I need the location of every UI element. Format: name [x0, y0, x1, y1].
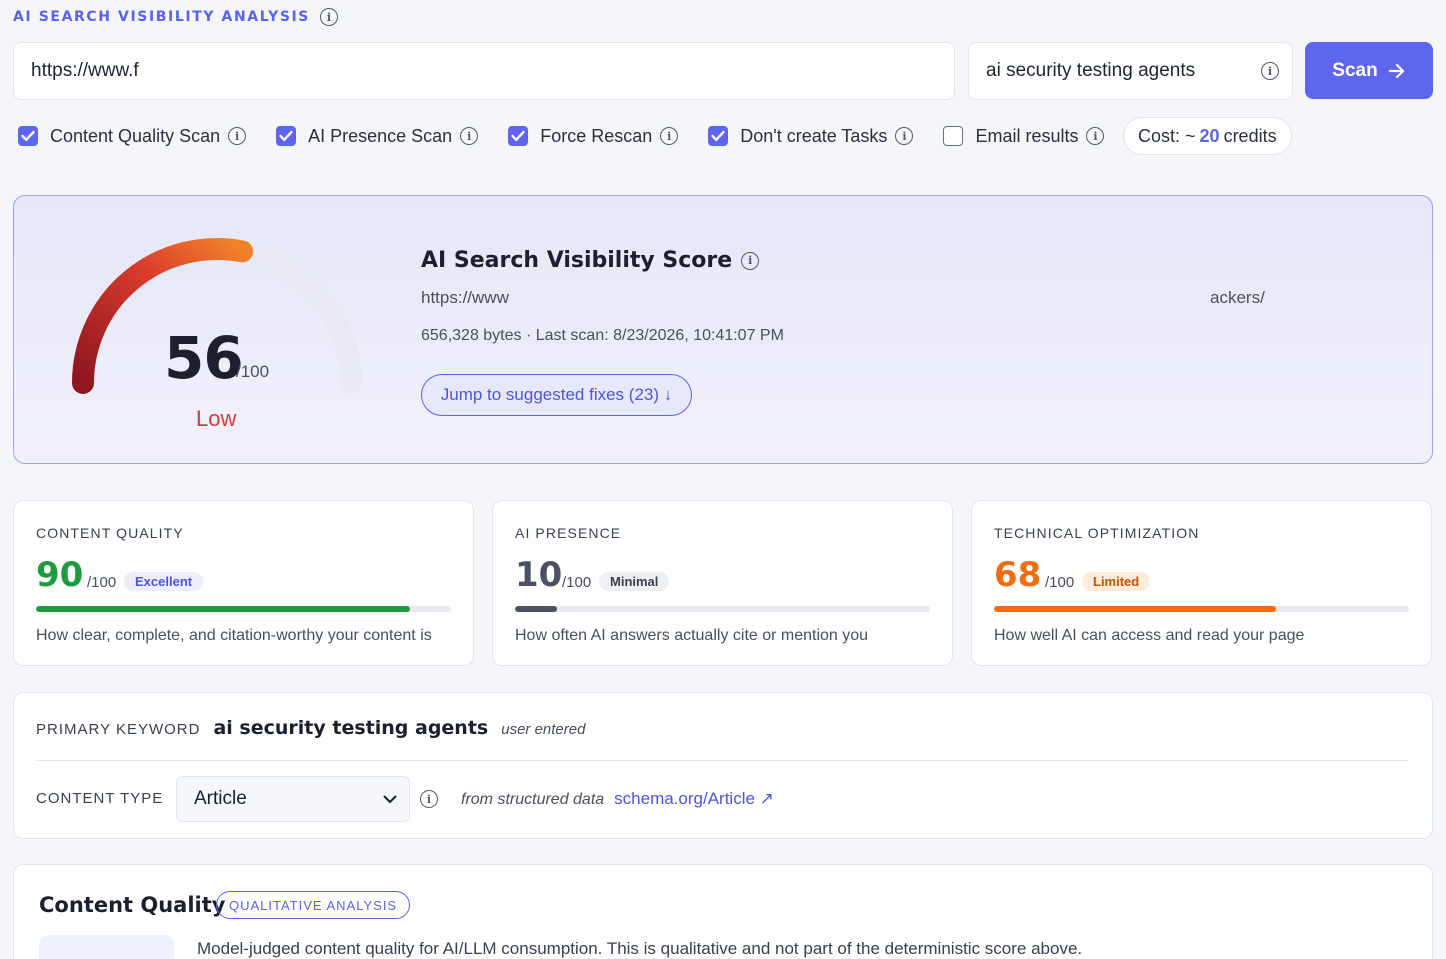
checkbox[interactable]: [276, 126, 297, 146]
content-quality-panel: Content Quality QUALITATIVE ANALYSIS Mod…: [13, 864, 1433, 959]
metric-progress-track: [36, 606, 451, 612]
scan-button-label: Scan: [1332, 59, 1378, 81]
metric-progress-track: [515, 606, 930, 612]
metric-progress-fill: [994, 606, 1277, 612]
cost-badge: Cost: ~ 20 credits: [1123, 117, 1292, 155]
schema-link[interactable]: schema.org/Article ↗: [614, 789, 774, 809]
info-icon[interactable]: i: [420, 790, 438, 808]
checkmark-icon: [279, 130, 293, 141]
content-type-value: Article: [194, 788, 247, 809]
content-quality-description: Model-judged content quality for AI/LLM …: [197, 939, 1083, 958]
info-icon[interactable]: i: [660, 127, 679, 145]
score-title: AI Search Visibility Score: [421, 248, 733, 273]
checkbox[interactable]: [943, 126, 964, 146]
checkmark-icon: [511, 130, 525, 141]
metric-max: /100: [1045, 574, 1075, 591]
info-icon[interactable]: i: [320, 8, 338, 26]
metric-max: /100: [562, 574, 592, 591]
metric-description: How often AI answers actually cite or me…: [515, 627, 869, 644]
info-icon[interactable]: i: [895, 127, 914, 145]
metric-max: /100: [87, 574, 117, 591]
scan-button[interactable]: Scan: [1305, 42, 1433, 99]
metric-title: CONTENT QUALITY: [36, 525, 184, 541]
option-content-quality-scan[interactable]: Content Quality Scan i: [18, 125, 247, 147]
option-label: Force Rescan: [540, 125, 653, 146]
content-quality-title: Content Quality: [39, 893, 226, 917]
checkbox[interactable]: [508, 126, 529, 146]
metric-card-ai-presence: AI PRESENCE 10 /100 Minimal How often AI…: [492, 500, 953, 666]
metric-description: How clear, complete, and citation-worthy…: [36, 627, 432, 644]
score-level: Low: [196, 406, 237, 431]
content-type-source-row: from structured data schema.org/Article …: [461, 789, 774, 809]
metric-value: 10: [515, 555, 563, 595]
primary-keyword-label: PRIMARY KEYWORD: [36, 721, 201, 738]
info-icon[interactable]: i: [741, 251, 760, 270]
url-input[interactable]: [13, 42, 955, 100]
page-title: AI SEARCH VISIBILITY ANALYSIS: [13, 9, 310, 25]
score-title-row: AI Search Visibility Score i: [421, 248, 760, 273]
content-type-label: CONTENT TYPE: [36, 790, 164, 807]
score-panel: 56 /100 Low AI Search Visibility Score i…: [13, 195, 1433, 464]
metric-title: AI PRESENCE: [515, 525, 622, 541]
option-label: AI Presence Scan: [308, 125, 453, 146]
metric-card-content-quality: CONTENT QUALITY 90 /100 Excellent How cl…: [13, 500, 474, 666]
metric-badge: Minimal: [599, 572, 670, 591]
option-label: Email results: [975, 125, 1079, 146]
keyword-input[interactable]: [986, 60, 1261, 82]
scanned-url-end: ackers/: [1210, 288, 1265, 307]
keyword-field: i: [968, 42, 1293, 100]
keyword-panel: PRIMARY KEYWORD ai security testing agen…: [13, 692, 1433, 839]
metric-value: 90: [36, 555, 84, 595]
option-email-results[interactable]: Email results i: [943, 125, 1105, 147]
content-quality-thumbnail: [39, 935, 174, 959]
score-value: 56: [164, 324, 244, 392]
cost-suffix: credits: [1223, 125, 1277, 146]
primary-keyword-value: ai security testing agents: [213, 717, 489, 739]
option-label: Don't create Tasks: [740, 125, 888, 146]
content-type-select[interactable]: Article: [176, 776, 410, 822]
option-dont-create-tasks[interactable]: Don't create Tasks i: [708, 125, 914, 147]
checkmark-icon: [711, 130, 725, 141]
metric-title: TECHNICAL OPTIMIZATION: [994, 525, 1200, 541]
page-header: AI SEARCH VISIBILITY ANALYSIS i: [13, 8, 338, 26]
metric-progress-fill: [515, 606, 557, 612]
option-label: Content Quality Scan: [50, 125, 221, 146]
metric-badge: Limited: [1082, 572, 1151, 591]
info-icon[interactable]: i: [460, 127, 479, 145]
chevron-down-icon: [383, 795, 397, 803]
content-type-source: from structured data: [461, 791, 605, 808]
checkmark-icon: [21, 130, 35, 141]
primary-keyword-source: user entered: [501, 721, 586, 738]
option-force-rescan[interactable]: Force Rescan i: [508, 125, 679, 147]
metric-progress-fill: [36, 606, 410, 612]
info-icon[interactable]: i: [1086, 127, 1105, 145]
checkbox[interactable]: [708, 126, 729, 146]
jump-to-fixes-button[interactable]: Jump to suggested fixes (23) ↓: [421, 374, 692, 416]
metric-card-technical-optimization: TECHNICAL OPTIMIZATION 68 /100 Limited H…: [971, 500, 1432, 666]
cost-prefix: Cost: ~: [1138, 125, 1196, 146]
metric-progress-track: [994, 606, 1409, 612]
checkbox[interactable]: [18, 126, 38, 146]
cost-value: 20: [1199, 125, 1220, 146]
primary-keyword-row: PRIMARY KEYWORD ai security testing agen…: [36, 717, 585, 739]
scan-meta: 656,328 bytes · Last scan: 8/23/2026, 10…: [421, 327, 784, 344]
divider: [36, 760, 1408, 761]
scan-options: Content Quality Scan i AI Presence Scan …: [18, 116, 1134, 156]
option-ai-presence-scan[interactable]: AI Presence Scan i: [276, 125, 479, 147]
metric-badge: Excellent: [124, 572, 204, 591]
metric-value: 68: [994, 555, 1042, 595]
arrow-right-icon: [1388, 63, 1404, 78]
qualitative-analysis-badge: QUALITATIVE ANALYSIS: [216, 891, 411, 919]
score-max: /100: [236, 362, 270, 381]
metric-description: How well AI can access and read your pag…: [994, 627, 1305, 644]
scanned-url: https://www: [421, 288, 509, 307]
info-icon[interactable]: i: [228, 127, 247, 145]
info-icon[interactable]: i: [1261, 62, 1279, 80]
